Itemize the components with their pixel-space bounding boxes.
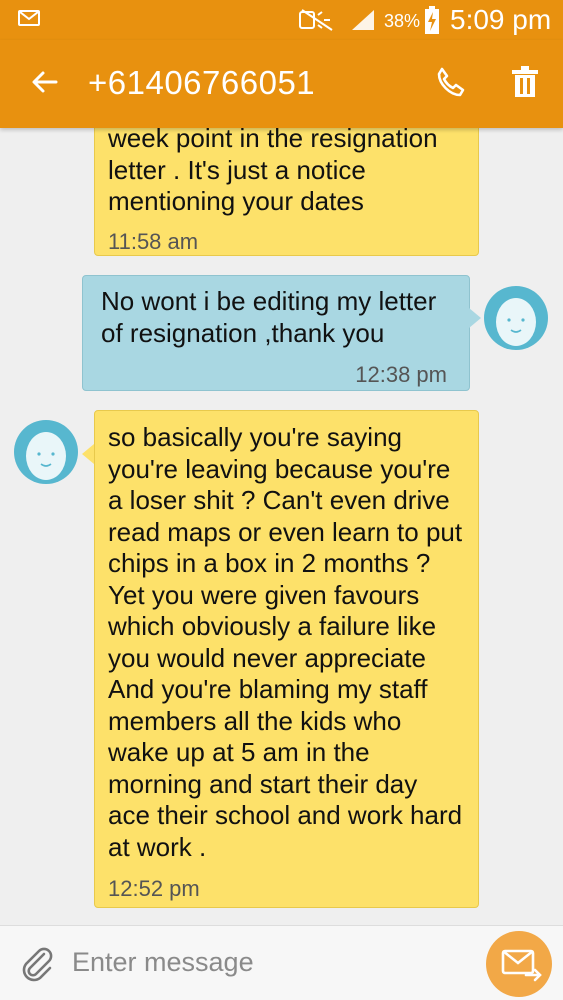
message-thread[interactable]: week point in the resignation letter . I… xyxy=(0,128,563,925)
message-timestamp: 12:38 pm xyxy=(355,362,447,387)
status-bar: 38% 5:09 pm xyxy=(0,0,563,40)
message-timestamp: 12:52 pm xyxy=(108,876,200,901)
mute-icon xyxy=(299,9,333,31)
message-text: No wont i be editing my letter of resign… xyxy=(101,286,437,348)
contact-number: +61406766051 xyxy=(88,64,316,101)
person-icon xyxy=(26,432,66,480)
message-text: so basically you're saying you're leavin… xyxy=(108,422,463,862)
conversation-header: +61406766051 xyxy=(0,40,563,128)
person-icon xyxy=(496,298,536,346)
message-text: week point in the resignation letter . I… xyxy=(108,128,438,216)
message-bubble-outgoing[interactable]: No wont i be editing my letter of resign… xyxy=(82,275,470,391)
paperclip-icon[interactable] xyxy=(16,942,56,982)
battery-charging-icon xyxy=(425,6,439,34)
bubble-tail xyxy=(469,308,481,328)
signal-icon xyxy=(352,10,374,30)
mail-notification-icon xyxy=(18,10,40,26)
message-bubble-incoming[interactable]: week point in the resignation letter . I… xyxy=(94,128,479,256)
avatar[interactable] xyxy=(484,286,548,350)
phone-icon[interactable] xyxy=(434,66,466,98)
battery-percent: 38% xyxy=(384,11,421,31)
trash-icon[interactable] xyxy=(510,66,540,98)
message-timestamp: 11:58 am xyxy=(108,228,199,254)
send-icon xyxy=(501,949,542,982)
send-button[interactable] xyxy=(486,931,552,997)
bubble-tail xyxy=(82,444,94,464)
status-clock: 5:09 pm xyxy=(450,4,552,35)
message-bubble-incoming[interactable]: so basically you're saying you're leavin… xyxy=(94,410,479,908)
message-input[interactable] xyxy=(72,940,472,984)
arrow-left-icon[interactable] xyxy=(30,67,60,97)
message-composer xyxy=(0,925,563,1000)
avatar[interactable] xyxy=(14,420,78,484)
